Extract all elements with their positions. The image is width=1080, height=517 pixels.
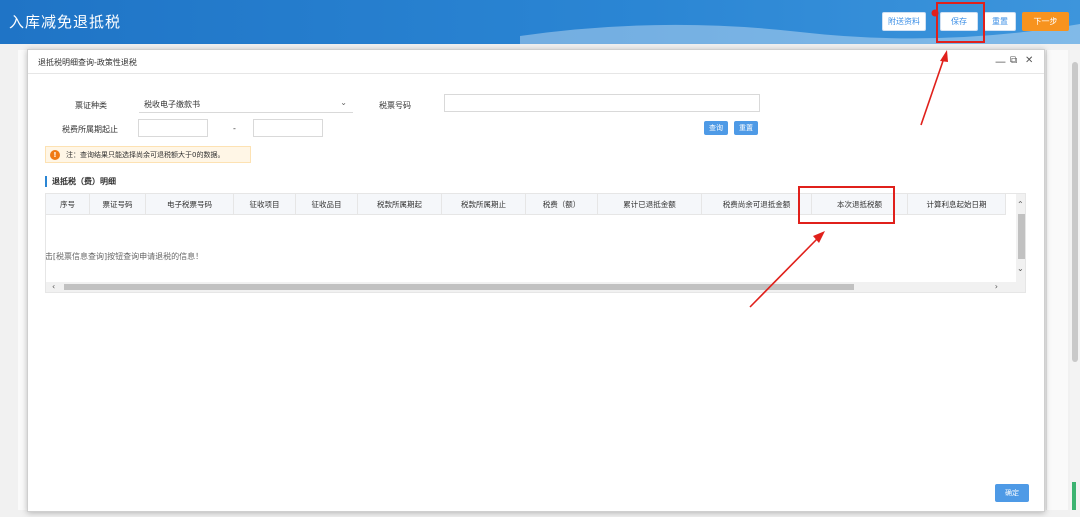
form-reset-button[interactable]: 重置: [734, 121, 758, 135]
dialog-title: 退抵税明细查询-政策性退税: [38, 58, 137, 67]
column-header: 征收品目: [296, 194, 358, 215]
column-header: 税费尚余可退抵金额: [702, 194, 812, 215]
column-header: 票证号码: [90, 194, 146, 215]
save-highlight-box: [936, 2, 985, 43]
scroll-up-icon[interactable]: ⌃: [1017, 200, 1024, 209]
next-step-button[interactable]: 下一步: [1022, 12, 1069, 31]
top-header: 入库减免退抵税 附送资料 保存 重置 下一步: [0, 0, 1080, 44]
confirm-button[interactable]: 确定: [995, 484, 1029, 502]
column-header: 电子税票号码: [146, 194, 234, 215]
column-header: 序号: [46, 194, 90, 215]
page-title: 入库减免退抵税: [9, 13, 122, 31]
period-separator: -: [233, 124, 236, 133]
dialog-header: 退抵税明细查询-政策性退税 — ⧉ ✕: [28, 50, 1044, 74]
green-indicator: [1072, 482, 1076, 510]
close-icon[interactable]: ✕: [1025, 55, 1033, 66]
detail-query-dialog: 退抵税明细查询-政策性退税 — ⧉ ✕ 票证种类 税收电子缴款书 ⌄ 税票号码 …: [27, 49, 1045, 512]
query-button[interactable]: 查询: [704, 121, 728, 135]
table-vertical-scrollbar[interactable]: ⌃ ⌄: [1016, 194, 1025, 292]
table-horizontal-scrollbar[interactable]: ‹ ›: [46, 282, 1016, 292]
empty-state: 暂无数据，请点击[税票信息查询]按钮查询申请退税的信息！: [45, 251, 1025, 262]
column-header: 税款所属期起: [358, 194, 442, 215]
column-header: 计算利息起始日期: [908, 194, 1006, 215]
column-header: 累计已退抵金额: [598, 194, 702, 215]
column-header: 税款所属期止: [442, 194, 526, 215]
restore-icon[interactable]: ⧉: [1010, 55, 1017, 66]
header-reset-button[interactable]: 重置: [984, 12, 1016, 31]
ticket-type-select[interactable]: 税收电子缴款书 ⌄: [139, 95, 353, 113]
tax-ticket-no-label: 税票号码: [379, 101, 411, 110]
section-title: 退抵税（费）明细: [45, 176, 116, 187]
period-end-input[interactable]: [253, 119, 323, 137]
horizontal-scroll-thumb[interactable]: [64, 284, 854, 290]
notice-banner: ! 注：查询结果只能选择尚余可退税额大于0的数据。: [45, 146, 251, 163]
tax-ticket-no-input[interactable]: [444, 94, 760, 112]
column-highlight-box: [798, 186, 895, 224]
warning-icon: !: [50, 149, 60, 160]
period-start-input[interactable]: [138, 119, 208, 137]
column-header: 税费（额）: [526, 194, 598, 215]
page-scrollbar[interactable]: [1070, 50, 1080, 517]
notice-text: 注：查询结果只能选择尚余可退税额大于0的数据。: [66, 150, 225, 159]
scroll-right-icon[interactable]: ›: [995, 282, 998, 291]
empty-state-text: 暂无数据，请点击[税票信息查询]按钮查询申请退税的信息！: [45, 252, 204, 261]
ticket-type-value: 税收电子缴款书: [144, 100, 200, 109]
chevron-down-icon: ⌄: [340, 98, 347, 107]
page-scrollbar-thumb[interactable]: [1072, 62, 1078, 362]
attach-docs-button[interactable]: 附送资料: [882, 12, 926, 31]
background-right-panel: [1046, 50, 1068, 510]
tax-period-label: 税费所属期起止: [62, 125, 118, 134]
vertical-scroll-thumb[interactable]: [1018, 214, 1025, 259]
ticket-type-label: 票证种类: [75, 101, 107, 110]
column-header: 征收项目: [234, 194, 296, 215]
minimize-icon[interactable]: —: [995, 55, 1006, 68]
scroll-down-icon[interactable]: ⌄: [1017, 264, 1024, 273]
scroll-left-icon[interactable]: ‹: [52, 282, 55, 291]
